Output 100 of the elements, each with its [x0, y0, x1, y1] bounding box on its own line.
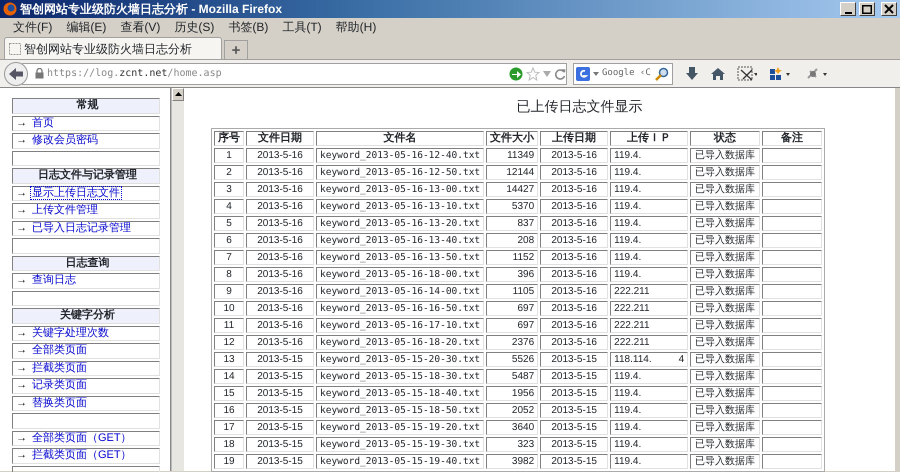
arrow-marker: → — [16, 344, 27, 356]
table-cell: 119.4. — [614, 149, 642, 162]
scroll-up-button[interactable] — [172, 88, 184, 101]
arrow-marker: → — [16, 116, 27, 128]
table-cell: 2013-5-16 — [246, 318, 314, 333]
table-cell: 已导入数据库 — [690, 318, 760, 333]
table-cell: 已导入数据库 — [690, 165, 760, 180]
table-cell: 222.211 — [614, 302, 650, 315]
table-cell: 已导入数据库 — [690, 301, 760, 316]
table-cell: 已导入数据库 — [690, 199, 760, 214]
nav-link[interactable]: 替换类页面 — [31, 396, 88, 408]
menu-item[interactable]: 书签(B) — [221, 18, 276, 36]
column-header: 文件日期 — [246, 131, 314, 146]
nav-link[interactable]: 关键字处理次数 — [31, 326, 110, 338]
table-cell: 2013-5-16 — [540, 165, 608, 180]
scrollbar[interactable] — [171, 88, 184, 471]
table-cell: 2013-5-15 — [246, 352, 314, 367]
search-engine-icon[interactable] — [576, 66, 590, 80]
table-cell: 119.4. — [614, 183, 642, 196]
bug-icon[interactable] — [805, 66, 829, 82]
nav-link[interactable]: 拦截类页面（GET） — [31, 449, 133, 461]
nav-link[interactable]: 显示上传日志文件 — [31, 186, 121, 198]
table-cell: 697 — [486, 301, 538, 316]
table-cell: 2013-5-16 — [540, 335, 608, 350]
dropdown-icon[interactable] — [593, 72, 599, 76]
search-box[interactable]: Google ‹C — [573, 62, 673, 84]
nav-link[interactable]: 拦截类页面 — [31, 362, 88, 374]
table-cell: 12 — [214, 335, 244, 350]
table-cell: 已导入数据库 — [690, 369, 760, 384]
section-header: 关键字分析 — [12, 308, 160, 324]
arrow-marker: → — [16, 186, 27, 198]
table-cell: 已导入数据库 — [690, 267, 760, 282]
nav-link[interactable]: 已导入日志记录管理 — [31, 222, 132, 234]
screenshot-icon[interactable] — [737, 66, 757, 82]
page-icon — [9, 42, 21, 54]
table-cell: keyword_2013-05-15-18-30.txt — [316, 369, 484, 384]
column-header: 上传ＩＰ — [610, 131, 688, 146]
nav-link[interactable]: 修改会员密码 — [31, 134, 99, 146]
menu-item[interactable]: 查看(V) — [113, 18, 168, 36]
reload-icon[interactable] — [554, 68, 566, 80]
arrow-marker: → — [16, 379, 27, 391]
table-cell: 2013-5-16 — [540, 301, 608, 316]
table-cell: 14427 — [486, 182, 538, 197]
table-cell: keyword_2013-05-16-18-20.txt — [316, 335, 484, 350]
table-cell: 1 — [214, 148, 244, 163]
menu-item[interactable]: 文件(F) — [6, 18, 60, 36]
window-title: 智创网站专业级防火墙日志分析 - Mozilla Firefox — [20, 1, 284, 18]
table-cell: keyword_2013-05-16-17-10.txt — [316, 318, 484, 333]
minimize-icon — [844, 12, 852, 14]
download-icon[interactable] — [685, 66, 699, 80]
page-title: 已上传日志文件显示 — [516, 97, 644, 116]
menu-item[interactable]: 帮助(H) — [328, 18, 384, 36]
puzzle-grid-icon[interactable] — [769, 66, 793, 82]
table-cell: 5487 — [486, 369, 538, 384]
star-icon[interactable] — [526, 66, 540, 80]
table-cell: 3640 — [486, 420, 538, 435]
menu-item[interactable]: 编辑(E) — [59, 18, 114, 36]
table-cell: 12144 — [486, 165, 538, 180]
arrow-marker: → — [16, 204, 27, 216]
table-cell: 119.4. — [614, 438, 642, 451]
table-cell: 2013-5-16 — [540, 216, 608, 231]
table-cell: 5 — [214, 216, 244, 231]
arrow-marker: → — [16, 396, 27, 408]
table-cell: 118.114. — [614, 353, 652, 366]
table-cell: 119.4. — [614, 166, 642, 179]
table-cell: 119.4. — [614, 217, 642, 230]
table-cell: 5370 — [486, 199, 538, 214]
search-icon[interactable] — [655, 66, 669, 80]
browser-tab[interactable]: 智创网站专业级防火墙日志分析 — [4, 37, 222, 59]
table-cell: 3 — [214, 182, 244, 197]
nav-link[interactable]: 记录类页面 — [31, 379, 88, 391]
table-cell: 2013-5-15 — [246, 403, 314, 418]
nav-link[interactable]: 首页 — [31, 116, 55, 128]
table-cell: 2013-5-15 — [246, 386, 314, 401]
table-cell: 837 — [486, 216, 538, 231]
table-cell: 2013-5-15 — [540, 352, 608, 367]
nav-link[interactable]: 全部类页面（GET） — [31, 432, 133, 444]
menu-item[interactable]: 历史(S) — [167, 18, 222, 36]
table-cell: 17 — [214, 420, 244, 435]
table-cell: keyword_2013-05-16-13-00.txt — [316, 182, 484, 197]
table-cell: 已导入数据库 — [690, 182, 760, 197]
table-cell: 2013-5-16 — [246, 199, 314, 214]
back-arrow-icon — [8, 66, 24, 80]
table-cell: 119.4. — [614, 387, 642, 400]
nav-link[interactable]: 全部类页面 — [31, 344, 88, 356]
table-cell: 119.4. — [614, 234, 642, 247]
table-cell: keyword_2013-05-16-13-20.txt — [316, 216, 484, 231]
new-tab-button[interactable]: + — [224, 40, 248, 59]
minimize-button[interactable] — [840, 2, 856, 16]
maximize-button[interactable] — [859, 2, 875, 16]
table-cell: 2013-5-16 — [246, 216, 314, 231]
back-button[interactable] — [4, 62, 28, 86]
table-cell: 2013-5-16 — [540, 233, 608, 248]
menu-item[interactable]: 工具(T) — [275, 18, 329, 36]
table-cell: keyword_2013-05-15-19-20.txt — [316, 420, 484, 435]
home-icon[interactable] — [711, 66, 725, 80]
close-button[interactable] — [881, 2, 897, 16]
nav-link[interactable]: 查询日志 — [31, 274, 77, 286]
nav-link[interactable]: 上传文件管理 — [31, 204, 99, 216]
table-cell: keyword_2013-05-16-14-00.txt — [316, 284, 484, 299]
